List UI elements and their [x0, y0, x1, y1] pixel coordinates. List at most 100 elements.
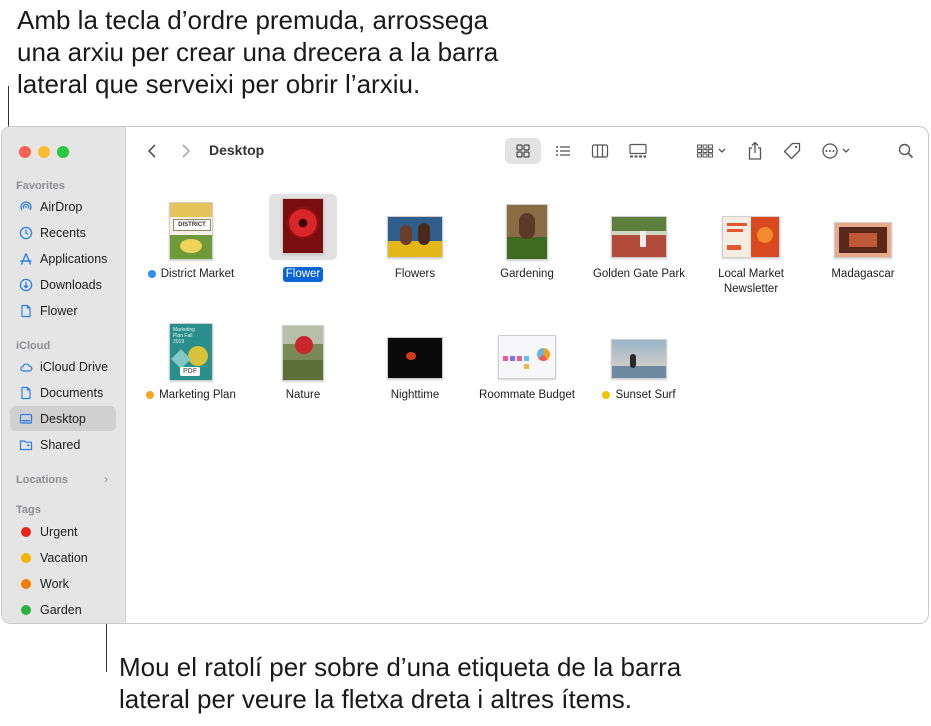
file-item[interactable]: Flowers	[359, 194, 471, 294]
sidebar-item-label: Recents	[40, 225, 86, 240]
file-thumbnail	[385, 206, 445, 258]
flowers-thumbnail	[387, 216, 443, 258]
sidebar-item-documents[interactable]: Documents	[10, 380, 116, 405]
callout-top: Amb la tecla d’ordre premuda, arrossega …	[17, 4, 498, 100]
sidebar-item-tag-garden[interactable]: Garden	[10, 597, 116, 622]
sidebar-item-applications[interactable]: Applications	[10, 246, 116, 271]
shared-folder-icon	[18, 437, 34, 453]
sidebar-item-label: Shared	[40, 437, 81, 452]
sidebar-item-label: Urgent	[40, 524, 78, 539]
desktop-icon	[18, 411, 34, 427]
district-market-thumbnail: DISTRICT	[169, 202, 213, 260]
tag-color-dot	[21, 526, 31, 537]
sidebar-item-icloud-drive[interactable]: iCloud Drive	[10, 354, 116, 379]
file-item[interactable]: Local Market Newsletter	[695, 194, 807, 297]
tag-dot-blue	[147, 270, 156, 278]
gallery-view-icon	[629, 143, 647, 158]
tag-color-dot	[21, 604, 31, 615]
sidebar-item-label: Downloads	[40, 277, 102, 292]
chevron-left-icon	[147, 144, 156, 158]
sidebar: Favorites AirDrop Recents Applications D…	[2, 127, 126, 623]
sidebar-heading-favorites: Favorites	[16, 180, 65, 192]
callout-top-line-1: Amb la tecla d’ordre premuda, arrossega	[17, 5, 489, 35]
more-icon	[822, 143, 850, 159]
column-view-button[interactable]	[583, 138, 617, 164]
sidebar-item-label: Applications	[40, 251, 108, 266]
toolbar: Desktop	[126, 127, 928, 175]
icon-view-button[interactable]	[505, 138, 541, 164]
sidebar-item-label: Documents	[40, 385, 104, 400]
file-name: Flowers	[394, 268, 436, 280]
file-item[interactable]: Roommate Budget	[471, 315, 583, 415]
applications-icon	[18, 251, 34, 267]
sidebar-item-label: Work	[40, 576, 69, 591]
file-item[interactable]: Marketing Plan Fall 2019 PDF Marketing P…	[135, 315, 247, 415]
file-item-selected[interactable]: Flower	[247, 194, 359, 294]
back-button[interactable]	[142, 141, 162, 161]
list-view-button[interactable]	[546, 138, 580, 164]
sidebar-item-tag-vacation[interactable]: Vacation	[10, 545, 116, 570]
share-button[interactable]	[743, 137, 767, 165]
sidebar-heading-icloud: iCloud	[16, 340, 51, 352]
sidebar-heading-locations: Locations	[16, 474, 68, 486]
close-window-button[interactable]	[19, 146, 31, 158]
file-name: District Market	[160, 268, 235, 280]
sidebar-item-tag-urgent[interactable]: Urgent	[10, 519, 116, 544]
file-item[interactable]: Nighttime	[359, 315, 471, 415]
cloud-icon	[18, 359, 34, 375]
more-actions-button[interactable]	[818, 138, 858, 164]
file-name: Marketing Plan	[159, 389, 236, 401]
file-label: Gardening	[471, 267, 583, 282]
file-item[interactable]: DISTRICT District Market	[135, 194, 247, 294]
file-label: Madagascar	[807, 267, 919, 282]
zoom-window-button[interactable]	[57, 146, 69, 158]
tag-color-dot	[21, 578, 31, 589]
file-label: Golden Gate Park	[583, 267, 695, 282]
document-icon	[18, 303, 34, 319]
sidebar-item-label: Garden	[40, 602, 82, 617]
file-thumbnail: DISTRICT	[161, 198, 221, 260]
file-name: Madagascar	[831, 268, 895, 280]
file-thumbnail	[385, 327, 445, 379]
flower-thumbnail	[282, 198, 324, 254]
file-label: Sunset Surf	[583, 388, 695, 403]
file-thumbnail	[721, 206, 781, 258]
file-thumbnail: Marketing Plan Fall 2019 PDF	[161, 319, 221, 381]
local-market-newsletter-thumbnail	[722, 216, 780, 258]
file-name: Local Market Newsletter	[718, 268, 784, 295]
file-label: Local Market Newsletter	[695, 267, 807, 297]
file-label: Marketing Plan	[135, 388, 247, 403]
sidebar-item-shared[interactable]: Shared	[10, 432, 116, 457]
sidebar-item-recents[interactable]: Recents	[10, 220, 116, 245]
minimize-window-button[interactable]	[38, 146, 50, 158]
file-grid: DISTRICT District Market Flower Flowers …	[126, 175, 928, 623]
search-button[interactable]	[894, 139, 918, 163]
file-item[interactable]: Golden Gate Park	[583, 194, 695, 294]
sidebar-item-airdrop[interactable]: AirDrop	[10, 194, 116, 219]
pdf-badge: PDF	[180, 367, 200, 376]
file-thumbnail	[609, 329, 669, 379]
sidebar-item-label: Flower	[40, 303, 78, 318]
group-by-button[interactable]	[692, 138, 732, 164]
forward-button[interactable]	[176, 141, 196, 161]
sidebar-heading-tags: Tags	[16, 504, 41, 516]
file-item[interactable]: Madagascar	[807, 194, 919, 294]
file-name: Sunset Surf	[615, 389, 676, 401]
file-item[interactable]: Sunset Surf	[583, 315, 695, 415]
file-item[interactable]: Nature	[247, 315, 359, 415]
tag-color-dot	[21, 552, 31, 563]
gallery-view-button[interactable]	[620, 138, 656, 164]
tag-button[interactable]	[780, 138, 804, 164]
sidebar-item-tag-work[interactable]: Work	[10, 571, 116, 596]
sidebar-item-flower[interactable]: Flower	[10, 298, 116, 323]
file-label: Flower	[247, 267, 359, 282]
file-item[interactable]: Gardening	[471, 194, 583, 294]
sidebar-item-desktop[interactable]: Desktop	[10, 406, 116, 431]
locations-chevron-right-icon[interactable]: ›	[104, 472, 108, 486]
marketing-title-text: Marketing Plan Fall 2019	[173, 327, 195, 345]
sidebar-item-downloads[interactable]: Downloads	[10, 272, 116, 297]
file-thumbnail	[497, 198, 557, 260]
tag-dot-orange	[146, 391, 155, 399]
sidebar-item-label: AirDrop	[40, 199, 83, 214]
marketing-plan-thumbnail: Marketing Plan Fall 2019 PDF	[169, 323, 213, 381]
